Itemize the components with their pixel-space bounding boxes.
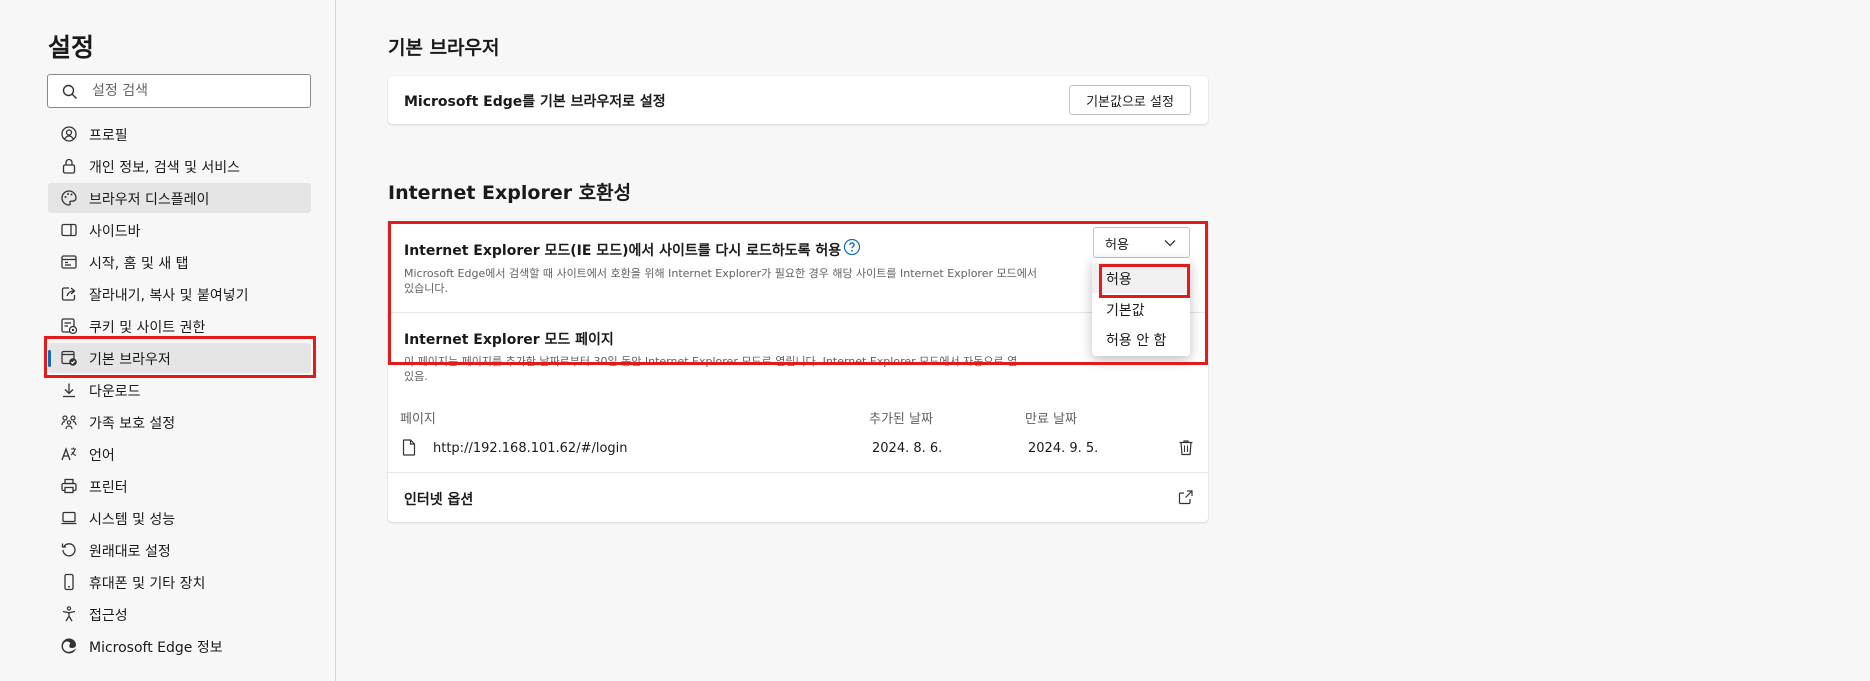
sidebar-item-share-copy-paste[interactable]: 잘라내기, 복사 및 붙여넣기 — [48, 279, 311, 309]
search-icon — [62, 84, 77, 99]
default-browser-heading: 기본 브라우저 — [388, 37, 500, 59]
ie-reload-desc-line1: Microsoft Edge에서 검색할 때 사이트에서 호환을 위해 Inte… — [404, 267, 1037, 280]
ie-reload-desc-line2: 있습니다. — [404, 282, 448, 295]
divider — [388, 472, 1208, 473]
settings-search-input[interactable] — [92, 75, 302, 107]
col-header-page: 페이지 — [400, 412, 436, 427]
laptop-icon — [61, 511, 77, 525]
sidebar-icon — [61, 223, 77, 237]
option-allow[interactable]: 허용 — [1092, 263, 1190, 293]
internet-options-label[interactable]: 인터넷 옵션 — [404, 489, 473, 509]
ie-pages-title: Internet Explorer 모드 페이지 — [404, 332, 614, 348]
option-dont-allow[interactable]: 허용 안 함 — [1092, 324, 1190, 354]
sidebar-item-label: 시작, 홈 및 새 탭 — [89, 256, 189, 272]
sidebar-item-start-home[interactable]: 시작, 홈 및 새 탭 — [48, 247, 311, 277]
sidebar-item-about-edge[interactable]: Microsoft Edge 정보 — [48, 631, 311, 661]
sidebar-item-label: 사이드바 — [89, 224, 141, 240]
sidebar-item-label: 기본 브라우저 — [89, 352, 171, 368]
col-header-expires: 만료 날짜 — [1025, 412, 1077, 427]
sidebar-item-label: 원래대로 설정 — [89, 544, 171, 560]
default-browser-card: Microsoft Edge를 기본 브라우저로 설정 기본값으로 설정 — [388, 76, 1208, 124]
ie-compat-heading: Internet Explorer 호환성 — [388, 182, 632, 204]
default-browser-row-label: Microsoft Edge를 기본 브라우저로 설정 — [404, 94, 666, 110]
row-url: http://192.168.101.62/#/login — [433, 441, 628, 456]
settings-sidebar: 설정 프로필 개인 정보, 검색 및 서비스 브라우저 디스플레이 사이드바 시… — [0, 0, 336, 681]
delete-icon[interactable] — [1178, 439, 1194, 456]
chevron-down-icon — [1164, 240, 1176, 247]
sidebar-item-cookies[interactable]: 쿠키 및 사이트 권한 — [48, 311, 311, 341]
sidebar-item-label: 브라우저 디스플레이 — [89, 192, 210, 208]
sidebar-item-sidebar[interactable]: 사이드바 — [48, 215, 311, 245]
sidebar-item-reset[interactable]: 원래대로 설정 — [48, 535, 311, 565]
settings-title: 설정 — [48, 33, 95, 62]
phone-icon — [64, 573, 74, 591]
ie-pages-desc-line1: 이 페이지는 페이지를 추가한 날짜로부터 30일 동안 Internet Ex… — [404, 355, 1018, 368]
share-icon — [61, 287, 76, 301]
ie-reload-options-menu: 허용 기본값 허용 안 함 — [1092, 258, 1190, 356]
option-default[interactable]: 기본값 — [1092, 294, 1190, 324]
sidebar-item-label: 가족 보호 설정 — [89, 416, 176, 432]
palette-icon — [61, 190, 77, 206]
family-icon — [61, 415, 77, 430]
make-default-button[interactable]: 기본값으로 설정 — [1069, 85, 1191, 115]
sidebar-item-downloads[interactable]: 다운로드 — [48, 375, 311, 405]
dropdown-selected-value: 허용 — [1105, 238, 1129, 253]
sidebar-item-privacy[interactable]: 개인 정보, 검색 및 서비스 — [48, 151, 311, 181]
active-indicator — [48, 350, 51, 367]
home-tab-icon — [61, 255, 77, 269]
lock-icon — [62, 158, 76, 174]
page-file-icon — [402, 439, 416, 456]
settings-main: 기본 브라우저 Microsoft Edge를 기본 브라우저로 설정 기본값으… — [337, 0, 1870, 681]
sidebar-item-label: 시스템 및 성능 — [89, 512, 176, 528]
sidebar-item-languages[interactable]: 언어 — [48, 439, 311, 469]
sidebar-item-appearance[interactable]: 브라우저 디스플레이 — [48, 183, 311, 213]
ie-pages-desc-line2: 있음. — [404, 370, 428, 383]
sidebar-item-accessibility[interactable]: 접근성 — [48, 599, 311, 629]
sidebar-item-profile[interactable]: 프로필 — [48, 119, 311, 149]
sidebar-item-family[interactable]: 가족 보호 설정 — [48, 407, 311, 437]
sidebar-item-label: 휴대폰 및 기타 장치 — [89, 576, 206, 592]
download-icon — [63, 383, 75, 398]
row-expire-date: 2024. 9. 5. — [1028, 441, 1099, 456]
sidebar-item-label: 다운로드 — [89, 384, 141, 400]
ie-reload-title: Internet Explorer 모드(IE 모드)에서 사이트를 다시 로드… — [404, 243, 842, 259]
default-browser-icon — [61, 350, 77, 366]
divider — [388, 312, 1208, 313]
reset-icon — [61, 543, 76, 557]
ie-reload-dropdown[interactable]: 허용 — [1093, 227, 1190, 258]
sidebar-item-printers[interactable]: 프린터 — [48, 471, 311, 501]
settings-search-box[interactable] — [47, 74, 311, 108]
sidebar-item-phone[interactable]: 휴대폰 및 기타 장치 — [48, 567, 311, 597]
sidebar-item-label: 쿠키 및 사이트 권한 — [89, 320, 206, 336]
ie-compat-card: Internet Explorer 모드(IE 모드)에서 사이트를 다시 로드… — [388, 220, 1208, 522]
profile-icon — [61, 126, 77, 142]
help-icon[interactable] — [843, 238, 861, 256]
sidebar-item-label: 프로필 — [89, 128, 128, 144]
col-header-added: 추가된 날짜 — [869, 412, 933, 427]
sidebar-item-label: 프린터 — [89, 480, 128, 496]
sidebar-item-default-browser[interactable]: 기본 브라우저 — [48, 343, 311, 373]
sidebar-item-label: Microsoft Edge 정보 — [89, 640, 223, 656]
language-icon — [61, 447, 77, 461]
cookie-icon — [61, 318, 78, 335]
row-added-date: 2024. 8. 6. — [872, 441, 943, 456]
printer-icon — [61, 478, 77, 494]
sidebar-item-label: 개인 정보, 검색 및 서비스 — [89, 160, 241, 176]
sidebar-item-label: 접근성 — [89, 608, 128, 624]
accessibility-icon — [62, 606, 76, 622]
sidebar-item-label: 잘라내기, 복사 및 붙여넣기 — [89, 288, 249, 304]
external-link-icon[interactable] — [1178, 489, 1194, 505]
edge-logo-icon — [61, 638, 76, 654]
sidebar-item-label: 언어 — [89, 448, 115, 464]
sidebar-item-system[interactable]: 시스템 및 성능 — [48, 503, 311, 533]
